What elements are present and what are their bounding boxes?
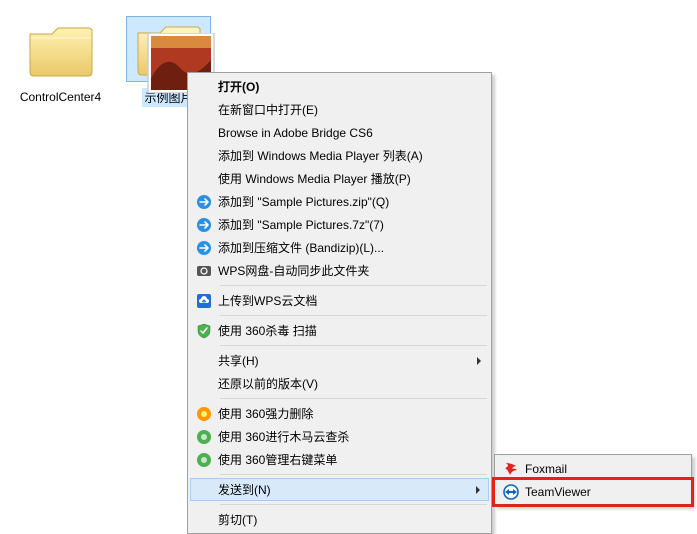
- menu-item[interactable]: WPS网盘-自动同步此文件夹: [190, 259, 489, 282]
- desktop-folder-label: ControlCenter4: [18, 90, 103, 104]
- menu-item[interactable]: 在新窗口中打开(E): [190, 98, 489, 121]
- menu-separator: [220, 315, 487, 316]
- submenu-item-icon-slot: [497, 461, 525, 477]
- menu-item-label: 添加到 Windows Media Player 列表(A): [218, 147, 423, 164]
- menu-item-label: Browse in Adobe Bridge CS6: [218, 126, 373, 140]
- menu-item[interactable]: 发送到(N): [190, 478, 489, 501]
- menu-separator: [220, 398, 487, 399]
- menu-item-label: 剪切(T): [218, 511, 257, 528]
- menu-item-icon-slot: [190, 263, 218, 279]
- submenu-item[interactable]: Foxmail: [497, 457, 689, 480]
- menu-item[interactable]: 还原以前的版本(V): [190, 372, 489, 395]
- folder-icon: [26, 20, 96, 80]
- menu-item-label: 在新窗口中打开(E): [218, 101, 318, 118]
- menu-separator: [220, 285, 487, 286]
- chevron-right-icon: [477, 357, 481, 365]
- menu-item[interactable]: 使用 Windows Media Player 播放(P): [190, 167, 489, 190]
- orb-360-green-icon: [196, 452, 212, 468]
- wps-sync-icon: [196, 263, 212, 279]
- menu-item[interactable]: 添加到 "Sample Pictures.zip"(Q): [190, 190, 489, 213]
- submenu-item-label: Foxmail: [525, 462, 567, 476]
- orb-360-green-icon: [196, 429, 212, 445]
- menu-item-label: 使用 360强力删除: [218, 405, 313, 422]
- menu-item-label: 使用 360进行木马云查杀: [218, 428, 349, 445]
- menu-separator: [220, 474, 487, 475]
- foxmail-icon: [503, 461, 519, 477]
- menu-item-label: 使用 360杀毒 扫描: [218, 322, 317, 339]
- menu-item-label: 添加到压缩文件 (Bandizip)(L)...: [218, 239, 384, 256]
- menu-item-icon-slot: [190, 323, 218, 339]
- desktop-folder-controlcenter4[interactable]: ControlCenter4: [18, 16, 103, 104]
- bandizip-arrow-icon: [196, 240, 212, 256]
- menu-item-icon-slot: [190, 429, 218, 445]
- menu-item-icon-slot: [190, 194, 218, 210]
- bandizip-arrow-icon: [196, 217, 212, 233]
- menu-item[interactable]: 使用 360杀毒 扫描: [190, 319, 489, 342]
- orb-360-orange-icon: [196, 406, 212, 422]
- menu-item-label: 上传到WPS云文档: [218, 292, 317, 309]
- menu-item[interactable]: 添加到 Windows Media Player 列表(A): [190, 144, 489, 167]
- menu-item-icon-slot: [190, 217, 218, 233]
- menu-item-label: 还原以前的版本(V): [218, 375, 318, 392]
- menu-item[interactable]: 打开(O): [190, 75, 489, 98]
- submenu-item-label: TeamViewer: [525, 485, 591, 499]
- menu-item[interactable]: 使用 360强力删除: [190, 402, 489, 425]
- menu-item-label: 添加到 "Sample Pictures.zip"(Q): [218, 193, 389, 210]
- menu-item[interactable]: 使用 360进行木马云查杀: [190, 425, 489, 448]
- submenu-item-icon-slot: [497, 484, 525, 500]
- menu-separator: [220, 504, 487, 505]
- menu-item-label: 打开(O): [218, 78, 259, 95]
- send-to-submenu: Foxmail TeamViewer: [494, 454, 692, 506]
- menu-item[interactable]: 剪切(T): [190, 508, 489, 531]
- menu-item[interactable]: 共享(H): [190, 349, 489, 372]
- shield-360-icon: [196, 323, 212, 339]
- wps-cloud-icon: [196, 293, 212, 309]
- chevron-right-icon: [476, 486, 480, 494]
- menu-item-label: 使用 Windows Media Player 播放(P): [218, 170, 411, 187]
- submenu-item[interactable]: TeamViewer: [497, 480, 689, 503]
- menu-item[interactable]: Browse in Adobe Bridge CS6: [190, 121, 489, 144]
- menu-item-icon-slot: [190, 406, 218, 422]
- menu-item-icon-slot: [190, 293, 218, 309]
- menu-item-label: 共享(H): [218, 352, 259, 369]
- menu-item-label: WPS网盘-自动同步此文件夹: [218, 262, 369, 279]
- menu-item-label: 使用 360管理右键菜单: [218, 451, 337, 468]
- menu-item[interactable]: 使用 360管理右键菜单: [190, 448, 489, 471]
- menu-item-label: 添加到 "Sample Pictures.7z"(7): [218, 216, 384, 233]
- menu-item[interactable]: 上传到WPS云文档: [190, 289, 489, 312]
- menu-item-label: 发送到(N): [218, 481, 271, 498]
- menu-item[interactable]: 添加到压缩文件 (Bandizip)(L)...: [190, 236, 489, 259]
- menu-item-icon-slot: [190, 240, 218, 256]
- menu-item-icon-slot: [190, 452, 218, 468]
- bandizip-arrow-icon: [196, 194, 212, 210]
- context-menu: 打开(O) 在新窗口中打开(E) Browse in Adobe Bridge CS…: [187, 72, 492, 534]
- teamviewer-icon: [503, 484, 519, 500]
- menu-item[interactable]: 添加到 "Sample Pictures.7z"(7): [190, 213, 489, 236]
- menu-separator: [220, 345, 487, 346]
